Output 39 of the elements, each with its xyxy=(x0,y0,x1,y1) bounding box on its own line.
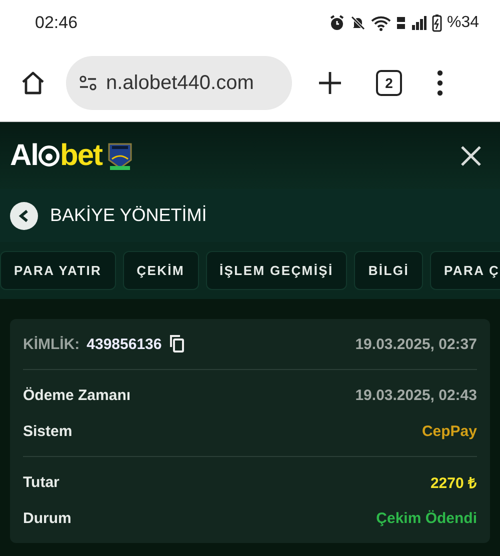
page-title: BAKİYE YÖNETİMİ xyxy=(50,205,207,226)
id-value: 439856136 xyxy=(86,336,162,352)
field-value: CepPay xyxy=(422,422,477,440)
site-settings-icon[interactable] xyxy=(78,75,98,91)
tab[interactable]: BİLGİ xyxy=(354,251,424,290)
logo-text: bet xyxy=(60,138,102,172)
plus-icon[interactable] xyxy=(318,71,342,95)
field-label: Durum xyxy=(23,510,72,526)
field-label: Sistem xyxy=(23,422,72,440)
id-label: KİMLİK: xyxy=(23,336,80,352)
tab[interactable]: PARA Ç xyxy=(430,251,500,290)
wifi-icon xyxy=(370,14,391,30)
field-label: Tutar xyxy=(23,474,60,490)
tab[interactable]: PARA YATIR xyxy=(0,251,116,290)
tab[interactable]: İŞLEM GEÇMİŞİ xyxy=(206,251,348,290)
field-value: 19.03.2025, 02:43 xyxy=(355,386,477,404)
logo-text: Al xyxy=(10,138,38,172)
shield-badge-icon xyxy=(106,140,134,170)
muted-bell-icon xyxy=(350,14,366,30)
tab[interactable]: ÇEKİM xyxy=(122,251,198,290)
url-text: n.alobet440.com xyxy=(106,72,254,94)
battery-level: %34 xyxy=(446,14,479,32)
signal-icon xyxy=(410,14,427,30)
alarm-icon xyxy=(328,14,345,30)
field-label: Ödeme Zamanı xyxy=(23,386,131,404)
more-icon[interactable] xyxy=(436,70,444,96)
battery-icon xyxy=(432,14,442,32)
back-button[interactable] xyxy=(10,202,38,230)
close-icon[interactable] xyxy=(460,144,482,166)
back-icon[interactable] xyxy=(18,208,30,222)
ball-icon xyxy=(38,144,60,166)
home-icon[interactable] xyxy=(20,70,46,96)
field-value: 2270 ₺ xyxy=(430,474,477,492)
copy-icon[interactable] xyxy=(168,335,185,353)
created-date: 19.03.2025, 02:37 xyxy=(355,336,477,352)
field-value: Çekim Ödendi xyxy=(376,510,477,526)
clock: 02:46 xyxy=(35,12,78,32)
address-bar[interactable]: n.alobet440.com xyxy=(66,56,292,110)
tab-count-button[interactable]: 2 xyxy=(376,70,402,96)
